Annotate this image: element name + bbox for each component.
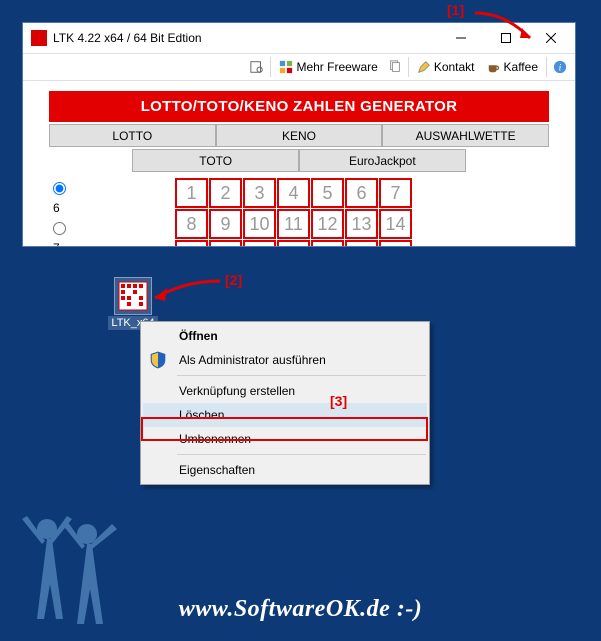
- grid-cell[interactable]: 10: [243, 209, 276, 239]
- cm-properties[interactable]: Eigenschaften: [143, 458, 427, 482]
- tab-lotto[interactable]: LOTTO: [49, 124, 216, 147]
- shield-icon: [149, 351, 167, 369]
- app-icon: [31, 30, 47, 46]
- close-button[interactable]: [528, 24, 573, 53]
- radio-7-label: 7: [53, 241, 60, 247]
- svg-text:i: i: [559, 63, 562, 74]
- grid-cell[interactable]: 20: [345, 240, 378, 247]
- grid-cell[interactable]: 14: [379, 209, 412, 239]
- grid-cell[interactable]: 3: [243, 178, 276, 208]
- mehr-freeware-label: Mehr Freeware: [296, 60, 377, 74]
- kaffee-button[interactable]: Kaffee: [481, 58, 544, 76]
- footer-url: www.SoftwareOK.de :-): [0, 596, 601, 623]
- toolbar-preview-icon[interactable]: [246, 56, 268, 78]
- content-area: LOTTO/TOTO/KENO ZAHLEN GENERATOR LOTTO K…: [23, 81, 575, 247]
- kontakt-label: Kontakt: [434, 60, 475, 74]
- grid-cell[interactable]: 2: [209, 178, 242, 208]
- grid-cell[interactable]: 4: [277, 178, 310, 208]
- cm-open[interactable]: Öffnen: [143, 324, 427, 348]
- grid-cell[interactable]: 21: [379, 240, 412, 247]
- grid-cell[interactable]: 5: [311, 178, 344, 208]
- grid-cell[interactable]: 18: [277, 240, 310, 247]
- grid-cell[interactable]: 9: [209, 209, 242, 239]
- grid-cell[interactable]: 11: [277, 209, 310, 239]
- grid-cell[interactable]: 17: [243, 240, 276, 247]
- app-window: LTK 4.22 x64 / 64 Bit Edtion Mehr Freewa…: [22, 22, 576, 247]
- pencil-icon: [417, 60, 431, 74]
- cm-separator: [177, 454, 426, 455]
- grid-cell[interactable]: 7: [379, 178, 412, 208]
- radio-7[interactable]: [53, 222, 66, 235]
- grid-cell[interactable]: 16: [209, 240, 242, 247]
- grid-cell[interactable]: 13: [345, 209, 378, 239]
- cm-admin[interactable]: Als Administrator ausführen: [143, 348, 427, 372]
- kaffee-label: Kaffee: [504, 60, 538, 74]
- grid-cell[interactable]: 1: [175, 178, 208, 208]
- tab-auswahlwette[interactable]: AUSWAHLWETTE: [382, 124, 549, 147]
- cm-shortcut[interactable]: Verknüpfung erstellen: [143, 379, 427, 403]
- coffee-icon: [487, 60, 501, 74]
- cm-delete[interactable]: Löschen: [143, 403, 427, 427]
- info-button[interactable]: i: [549, 56, 571, 78]
- toolbar-copy-icon[interactable]: [384, 56, 406, 78]
- cm-rename[interactable]: Umbenennen: [143, 427, 427, 451]
- grid-cell[interactable]: 15: [175, 240, 208, 247]
- tab-keno[interactable]: KENO: [216, 124, 383, 147]
- context-menu: Öffnen Als Administrator ausführen Verkn…: [140, 321, 430, 485]
- tab-toto[interactable]: TOTO: [132, 149, 299, 172]
- radio-column: 6 7: [49, 178, 85, 247]
- tabs: LOTTO KENO AUSWAHLWETTE TOTO EuroJackpot: [49, 122, 549, 172]
- titlebar: LTK 4.22 x64 / 64 Bit Edtion: [23, 23, 575, 53]
- annotation-1: [1]: [447, 2, 464, 18]
- tab-eurojackpot[interactable]: EuroJackpot: [299, 149, 466, 172]
- number-grid: 1 2 3 4 5 6 7 8 9 10 11 12 13 14: [175, 178, 412, 247]
- cm-separator: [177, 375, 426, 376]
- grid-cell[interactable]: 8: [175, 209, 208, 239]
- window-title: LTK 4.22 x64 / 64 Bit Edtion: [53, 31, 438, 45]
- annotation-3: [3]: [330, 393, 347, 409]
- grid-cell[interactable]: 12: [311, 209, 344, 239]
- banner-title: LOTTO/TOTO/KENO ZAHLEN GENERATOR: [49, 91, 549, 122]
- grid-cell[interactable]: 6: [345, 178, 378, 208]
- toolbar: Mehr Freeware Kontakt Kaffee i: [23, 53, 575, 81]
- annotation-2: [2]: [225, 272, 242, 288]
- radio-6-label: 6: [53, 201, 60, 215]
- freeware-icon: [279, 60, 293, 74]
- kontakt-button[interactable]: Kontakt: [411, 58, 481, 76]
- radio-6[interactable]: [53, 182, 66, 195]
- minimize-button[interactable]: [438, 24, 483, 53]
- maximize-button[interactable]: [483, 24, 528, 53]
- grid-cell[interactable]: 19: [311, 240, 344, 247]
- mehr-freeware-button[interactable]: Mehr Freeware: [273, 58, 383, 76]
- info-icon: i: [553, 60, 567, 74]
- desktop-app-icon: [115, 278, 151, 314]
